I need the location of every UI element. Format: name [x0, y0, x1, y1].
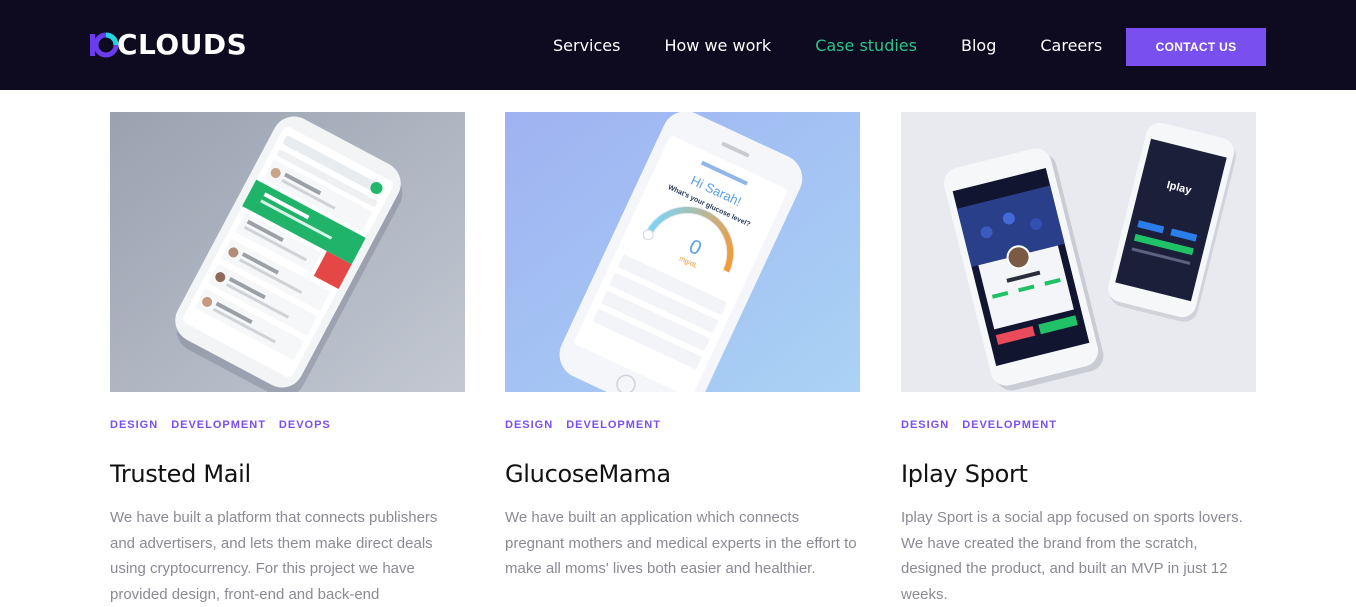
case-study-card-trusted-mail[interactable]: DESIGN DEVELOPMENT DEVOPS Trusted Mail W… — [110, 112, 465, 607]
case-study-image-glucosemama[interactable]: Hi Sarah! What's your glucose level? 0 m… — [505, 112, 860, 392]
case-study-title[interactable]: Iplay Sport — [901, 459, 1256, 489]
tag-list: DESIGN DEVELOPMENT — [505, 418, 860, 432]
case-study-description: We have built an application which conne… — [505, 509, 857, 577]
nav-case-studies[interactable]: Case studies — [815, 36, 917, 56]
case-study-description: We have built a platform that connects p… — [110, 509, 438, 603]
tag-list: DESIGN DEVELOPMENT DEVOPS — [110, 418, 465, 432]
site-header: CLOUDS Services How we work Case studies… — [0, 0, 1356, 90]
main-nav: Services How we work Case studies Blog C… — [553, 36, 1102, 56]
nav-how-we-work[interactable]: How we work — [664, 36, 771, 56]
case-study-card-iplay-sport[interactable]: Iplay DESIGN DEVELOPMENT Iplay Sport Ipl… — [901, 112, 1256, 607]
case-study-card-glucosemama[interactable]: Hi Sarah! What's your glucose level? 0 m… — [505, 112, 860, 582]
nav-services[interactable]: Services — [553, 36, 620, 56]
tag-development[interactable]: DEVELOPMENT — [171, 418, 266, 432]
phones-sport-app-mockup-icon: Iplay — [901, 112, 1256, 392]
logo[interactable]: CLOUDS — [89, 30, 247, 60]
logo-wordmark: CLOUDS — [117, 28, 248, 61]
case-study-title[interactable]: GlucoseMama — [505, 459, 860, 489]
phone-mail-app-mockup-icon — [110, 112, 465, 392]
tag-list: DESIGN DEVELOPMENT — [901, 418, 1256, 432]
tag-design[interactable]: DESIGN — [901, 418, 949, 432]
case-study-image-trusted-mail[interactable] — [110, 112, 465, 392]
tag-development[interactable]: DEVELOPMENT — [962, 418, 1057, 432]
case-study-image-iplay-sport[interactable]: Iplay — [901, 112, 1256, 392]
logo-10-icon — [89, 30, 119, 60]
tag-design[interactable]: DESIGN — [110, 418, 158, 432]
nav-blog[interactable]: Blog — [961, 36, 996, 56]
tag-devops[interactable]: DEVOPS — [279, 418, 331, 432]
tag-design[interactable]: DESIGN — [505, 418, 553, 432]
phone-glucose-app-mockup-icon: Hi Sarah! What's your glucose level? 0 m… — [505, 112, 860, 392]
contact-us-button[interactable]: CONTACT US — [1126, 28, 1266, 66]
nav-careers[interactable]: Careers — [1040, 36, 1102, 56]
tag-development[interactable]: DEVELOPMENT — [566, 418, 661, 432]
case-study-title[interactable]: Trusted Mail — [110, 459, 465, 489]
case-study-description: Iplay Sport is a social app focused on s… — [901, 509, 1243, 603]
